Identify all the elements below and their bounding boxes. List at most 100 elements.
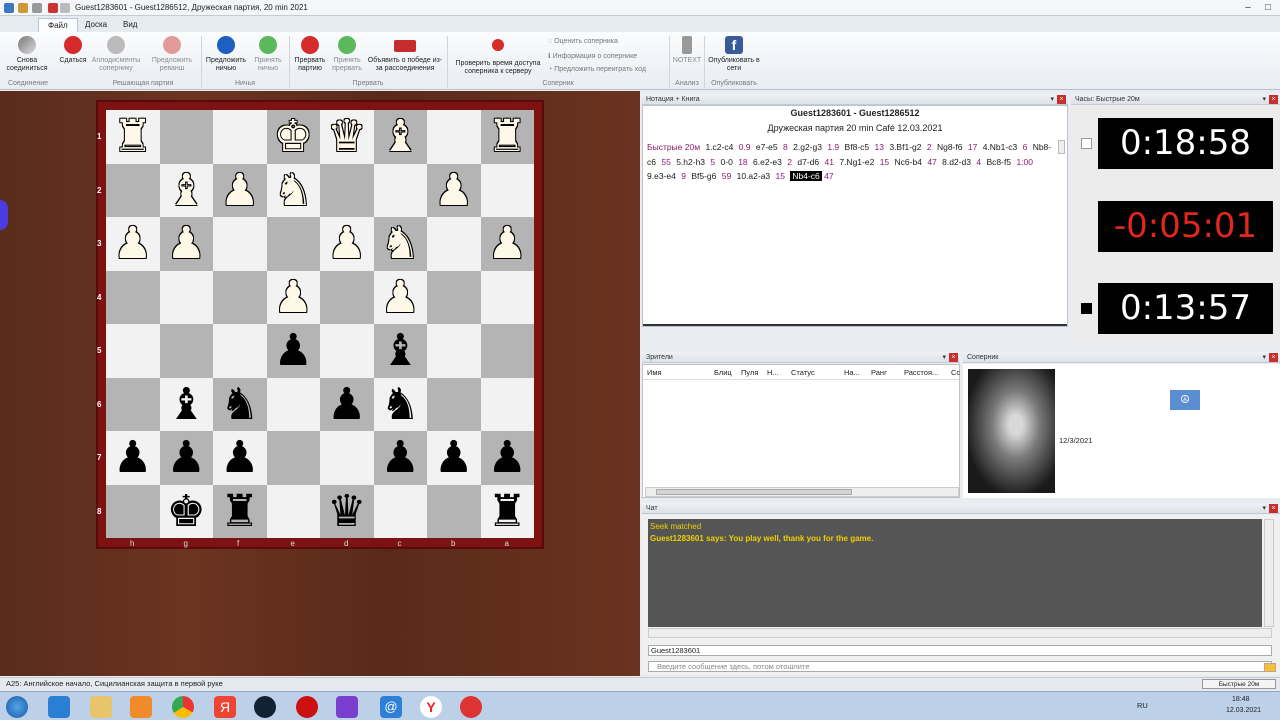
move[interactable]: e7-e5 — [756, 142, 778, 152]
dropdown-icon[interactable]: ▾ — [1262, 352, 1266, 363]
close-icon[interactable]: × — [949, 353, 958, 362]
chess-app-icon[interactable] — [460, 696, 482, 718]
media-icon[interactable] — [130, 696, 152, 718]
black-piece[interactable]: ♟ — [213, 431, 267, 485]
board-square[interactable] — [427, 217, 481, 271]
tab-file[interactable]: Файл — [38, 18, 78, 32]
chess-board[interactable]: ♜ ♚ ♛ ♝ ♜ ♝ ♟ ♞ ♟ ♟ ♟ ♟ ♞ ♟ ♟ ♟ ♟ ♝ ♝ ♞ ♟ ♞ ♟ ♟ ♟ ♟ ♟ ♟ ♚ ♜ ♛ ♜ — [106, 110, 534, 538]
chat-recipient-select[interactable]: Guest1283601 — [648, 645, 1272, 656]
quick-access-icon[interactable] — [48, 3, 58, 13]
scrollbar-thumb[interactable] — [656, 489, 852, 495]
opponent-info-item[interactable]: ℹ Информация о сопернике — [548, 52, 637, 60]
claim-win-button[interactable]: Объявить о победе из-за рассоединения — [366, 36, 444, 73]
accept-abort-button[interactable]: Принять прервать — [328, 36, 366, 73]
ping-button[interactable]: Проверить время доступа соперника к серв… — [449, 36, 547, 76]
rematch-button[interactable]: Предложить реванш — [146, 36, 198, 73]
board-square[interactable] — [320, 270, 374, 324]
white-piece[interactable]: ♟ — [160, 217, 214, 271]
black-piece[interactable]: ♟ — [374, 431, 428, 485]
column-header[interactable]: Н... — [767, 368, 779, 377]
column-header[interactable]: Ранг — [871, 368, 887, 377]
applause-button[interactable]: Аплодисменты сопернику — [88, 36, 144, 73]
black-piece[interactable]: ♟ — [267, 324, 321, 378]
board-square[interactable] — [427, 377, 481, 431]
mail-icon[interactable]: @ — [380, 696, 402, 718]
white-piece[interactable]: ♞ — [267, 164, 321, 218]
black-piece[interactable]: ♝ — [374, 324, 428, 378]
board-square[interactable] — [373, 484, 427, 538]
app-icon[interactable] — [4, 3, 14, 13]
board-square[interactable] — [159, 324, 213, 378]
board-square[interactable] — [480, 270, 534, 324]
black-piece[interactable]: ♟ — [481, 431, 535, 485]
board-square[interactable] — [427, 110, 481, 164]
dropdown-icon[interactable]: ▾ — [1262, 94, 1266, 105]
black-piece[interactable]: ♟ — [160, 431, 214, 485]
start-icon[interactable] — [6, 696, 28, 718]
board-square[interactable] — [266, 217, 320, 271]
white-piece[interactable]: ♟ — [427, 164, 481, 218]
black-piece[interactable]: ♛ — [320, 485, 374, 539]
column-header[interactable]: Имя — [647, 368, 662, 377]
dropdown-icon[interactable]: ▾ — [1262, 503, 1266, 514]
accept-draw-button[interactable]: Принять ничью — [250, 36, 286, 73]
board-square[interactable] — [480, 163, 534, 217]
board-square[interactable] — [320, 431, 374, 485]
tab-view[interactable]: Вид — [114, 18, 146, 32]
move[interactable]: Nc6-b4 — [895, 157, 922, 167]
board-square[interactable] — [213, 270, 267, 324]
resign-button[interactable]: Сдаться — [56, 36, 90, 65]
column-header[interactable]: Блиц — [714, 368, 732, 377]
black-piece[interactable]: ♞ — [213, 378, 267, 432]
reconnect-button[interactable]: Снова соединиться — [4, 36, 50, 73]
move[interactable]: 3.Bf1-g2 — [889, 142, 921, 152]
black-piece[interactable]: ♜ — [213, 485, 267, 539]
horizontal-scrollbar[interactable] — [645, 487, 959, 497]
abort-button[interactable]: Прервать партию — [291, 36, 329, 73]
minimize-button[interactable]: – — [1238, 1, 1258, 15]
black-piece[interactable]: ♝ — [160, 378, 214, 432]
board-square[interactable] — [159, 110, 213, 164]
column-header[interactable]: На... — [844, 368, 860, 377]
move[interactable]: 7.Ng1-e2 — [839, 157, 874, 167]
scrollbar-thumb[interactable] — [1058, 140, 1065, 154]
move[interactable]: d7-d6 — [797, 157, 819, 167]
move[interactable]: Bf5-g6 — [691, 171, 716, 181]
board-square[interactable] — [106, 270, 160, 324]
move[interactable]: Nb4-c6 — [790, 171, 822, 182]
board-square[interactable] — [480, 377, 534, 431]
move[interactable]: Bc8-f5 — [986, 157, 1011, 167]
yandex-icon[interactable]: Я — [214, 696, 236, 718]
board-square[interactable] — [266, 484, 320, 538]
white-piece[interactable]: ♝ — [160, 164, 214, 218]
board-square[interactable] — [213, 217, 267, 271]
horizontal-scrollbar[interactable] — [648, 628, 1272, 638]
column-header[interactable]: Сс — [951, 368, 960, 377]
board-square[interactable] — [106, 163, 160, 217]
close-icon[interactable]: × — [1269, 353, 1278, 362]
move[interactable]: 10.a2-a3 — [737, 171, 771, 181]
close-icon[interactable]: × — [1269, 95, 1278, 104]
video-icon[interactable] — [336, 696, 358, 718]
move[interactable]: 1.c2-c4 — [705, 142, 733, 152]
board-square[interactable] — [427, 270, 481, 324]
side-handle[interactable] — [0, 200, 8, 230]
ie-icon[interactable] — [48, 696, 70, 718]
board-square[interactable] — [480, 324, 534, 378]
rate-opponent-item[interactable]: ◌ Оценить соперника — [548, 38, 618, 45]
white-piece[interactable]: ♛ — [320, 110, 374, 164]
white-piece[interactable]: ♟ — [481, 217, 535, 271]
move[interactable]: Bf8-c5 — [845, 142, 870, 152]
board-square[interactable] — [373, 163, 427, 217]
board-square[interactable] — [320, 324, 374, 378]
black-piece[interactable]: ♜ — [481, 485, 535, 539]
quick-access-icon[interactable] — [60, 3, 70, 13]
maximize-button[interactable]: □ — [1258, 1, 1278, 15]
move[interactable]: Ng8-f6 — [937, 142, 963, 152]
board-square[interactable] — [266, 431, 320, 485]
board-square[interactable] — [106, 324, 160, 378]
white-piece[interactable]: ♟ — [213, 164, 267, 218]
move[interactable]: 6.e2-e3 — [753, 157, 782, 167]
close-icon[interactable]: × — [1057, 95, 1066, 104]
move[interactable]: 5.h2-h3 — [676, 157, 705, 167]
